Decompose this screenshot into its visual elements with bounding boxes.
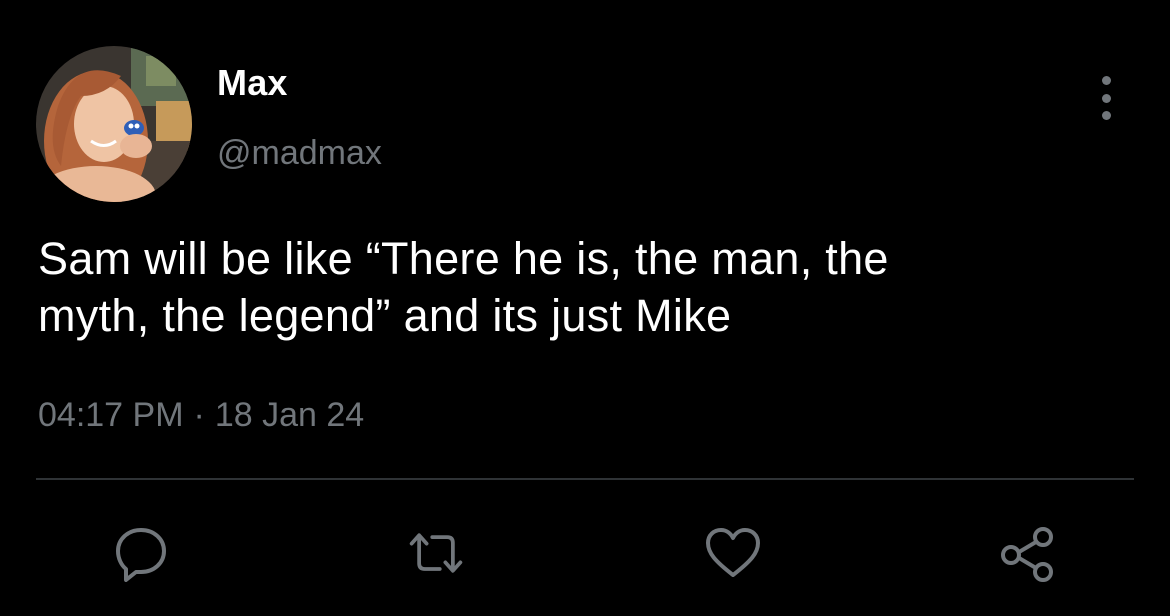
share-button[interactable]: [998, 523, 1058, 583]
retweet-button[interactable]: [406, 523, 466, 583]
avatar-photo: [36, 46, 192, 202]
divider: [36, 478, 1134, 480]
reply-button[interactable]: [111, 523, 171, 583]
share-icon: [1001, 527, 1053, 582]
tweet-text: Sam will be like “There he is, the man, …: [38, 230, 1138, 344]
tweet-text-line: Sam will be like “There he is, the man, …: [38, 233, 889, 284]
like-button[interactable]: [703, 523, 763, 583]
display-name[interactable]: Max: [217, 62, 288, 104]
tweet-timestamp: 04:17 PM · 18 Jan 24: [38, 396, 364, 435]
retweet-icon: [409, 533, 463, 573]
tweet-time[interactable]: 04:17 PM: [38, 396, 184, 434]
heart-icon: [706, 528, 760, 577]
user-handle[interactable]: @madmax: [217, 134, 382, 173]
reply-bubble-icon: [116, 528, 166, 582]
more-options-button[interactable]: [1088, 76, 1124, 120]
tweet-date[interactable]: 18 Jan 24: [215, 396, 364, 434]
tweet-text-line: myth, the legend” and its just Mike: [38, 290, 732, 341]
avatar[interactable]: [36, 46, 192, 202]
tweet-card: Max @madmax Sam will be like “There he i…: [0, 0, 1170, 616]
more-vertical-icon-dot: [1101, 111, 1111, 120]
meta-separator: ·: [193, 396, 205, 434]
more-vertical-icon-dot: [1101, 93, 1111, 103]
more-vertical-icon: [1101, 76, 1111, 85]
